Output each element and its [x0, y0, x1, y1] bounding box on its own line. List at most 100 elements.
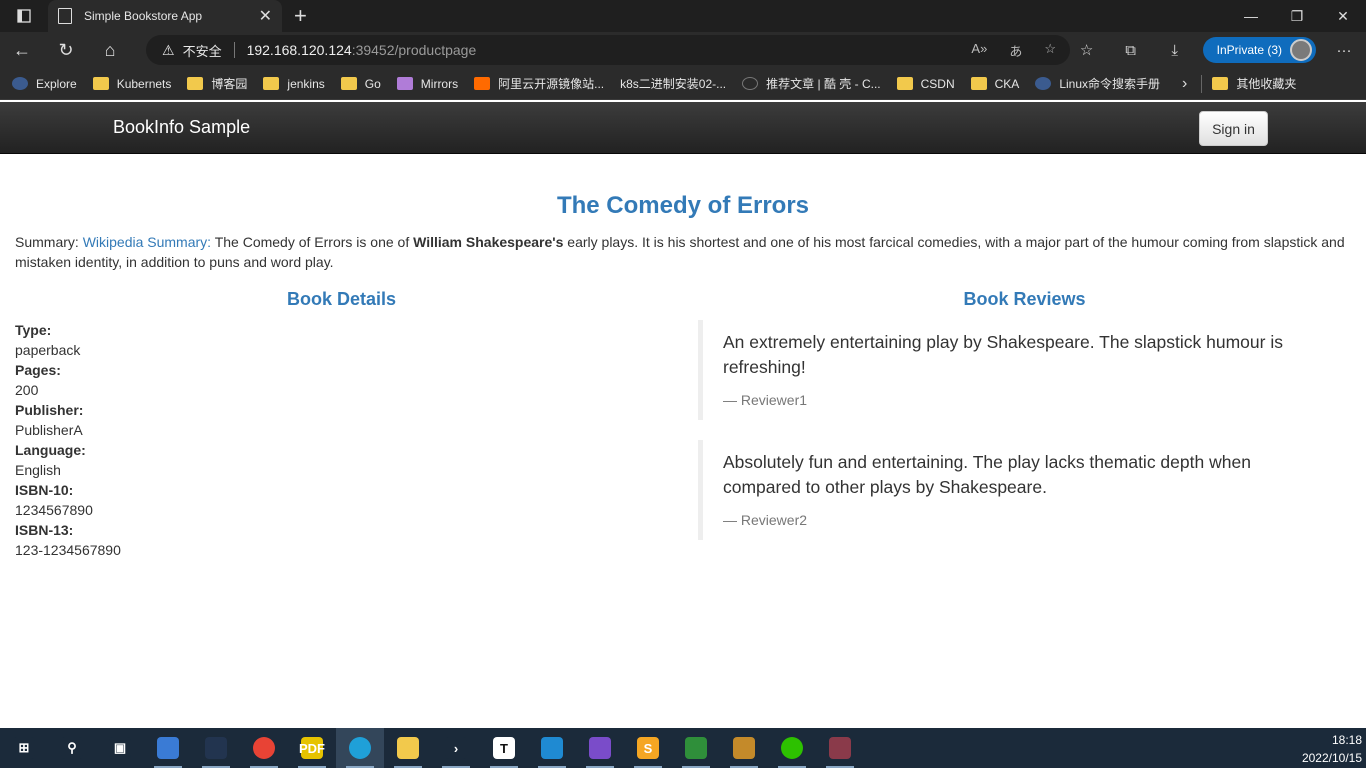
new-tab-icon[interactable]: + — [294, 3, 307, 29]
detail-label: Language: — [15, 442, 86, 458]
bookmark-item[interactable]: Kubernets — [92, 76, 172, 91]
back-icon[interactable]: ← — [0, 32, 44, 68]
chrome-icon — [253, 737, 275, 759]
window-controls: — ❐ ✕ — [1228, 0, 1366, 32]
taskbar-typora[interactable]: T — [480, 728, 528, 768]
book-details-list: Type: paperback Pages: 200 Publisher: Publish… — [15, 320, 121, 560]
taskbar-task-view[interactable]: ▣ — [96, 728, 144, 768]
summary-prefix: Summary: — [15, 234, 83, 250]
taskbar-this-pc[interactable] — [144, 728, 192, 768]
review-2: Absolutely fun and entertaining. The pla… — [698, 440, 1338, 540]
bookmark-label: k8s二进制安装02-... — [620, 77, 727, 91]
clock-time: 18:18 — [1331, 733, 1362, 747]
close-tab-icon[interactable]: ✕ — [259, 6, 272, 26]
taskbar-powershell-app[interactable]: › — [432, 728, 480, 768]
bookmark-item[interactable]: Explore — [12, 77, 77, 91]
book-summary: Summary: Wikipedia Summary: The Comedy o… — [15, 232, 1355, 272]
taskbar-xftp[interactable] — [720, 728, 768, 768]
taskbar-windows-start[interactable]: ⊞ — [0, 728, 48, 768]
bookmark-item[interactable]: k8s二进制安装02-... — [620, 75, 726, 92]
tab-actions-icon[interactable] — [0, 0, 48, 32]
bookmark-item[interactable]: Go — [340, 77, 381, 91]
book-title: The Comedy of Errors — [556, 192, 810, 219]
bookmark-item[interactable]: 博客园 — [187, 75, 247, 92]
url-host[interactable]: 192.168.120.124 — [247, 42, 352, 58]
warning-icon[interactable]: ⚠ — [162, 42, 175, 59]
other-bookmarks[interactable]: 其他收藏夹 — [1212, 75, 1296, 92]
restore-icon[interactable]: ❐ — [1274, 0, 1320, 32]
taskbar-chrome[interactable] — [240, 728, 288, 768]
minimize-icon[interactable]: — — [1228, 0, 1274, 32]
downloads-icon[interactable]: ⤓ — [1153, 42, 1197, 59]
url-actions: A» あ ☆ — [971, 41, 1056, 60]
taskbar-photo-app[interactable] — [816, 728, 864, 768]
bookmark-item[interactable]: 推荐文章 | 酷 壳 - C... — [742, 75, 881, 92]
xftp-icon — [733, 737, 755, 759]
folder-icon — [92, 77, 109, 90]
close-window-icon[interactable]: ✕ — [1320, 0, 1366, 32]
bookmark-item[interactable]: Linux命令搜索手册 — [1035, 75, 1160, 92]
read-aloud-icon[interactable]: A» — [971, 41, 987, 60]
bookmark-item[interactable]: CKA — [970, 77, 1019, 91]
folder-icon — [970, 77, 987, 90]
more-bookmarks-icon[interactable]: › — [1182, 75, 1187, 93]
taskbar-sublime-text[interactable]: S — [624, 728, 672, 768]
bookmark-label: Kubernets — [116, 76, 172, 91]
book-reviews-heading: Book Reviews — [963, 289, 1086, 309]
this-pc-icon — [157, 737, 179, 759]
collections-icon[interactable]: ⧉ — [1109, 42, 1153, 59]
detail-label: Publisher: — [15, 402, 84, 418]
taskbar-monitor-app[interactable] — [192, 728, 240, 768]
file-explorer-icon — [397, 737, 419, 759]
edge-icon — [349, 737, 371, 759]
bookmark-item[interactable]: Mirrors — [396, 77, 458, 91]
detail-label: Type: — [15, 322, 52, 338]
bookmark-label: Linux命令搜索手册 — [1059, 77, 1161, 91]
translate-icon[interactable]: あ — [1009, 41, 1022, 60]
not-secure-label[interactable]: 不安全 — [183, 41, 222, 60]
taskbar-file-explorer[interactable] — [384, 728, 432, 768]
bookmarks-divider — [1201, 74, 1203, 93]
windows-start-icon: ⊞ — [13, 737, 35, 759]
wechat-icon — [781, 737, 803, 759]
bookmark-item[interactable]: CSDN — [896, 77, 955, 91]
taskbar-xshell[interactable] — [672, 728, 720, 768]
review-text: An extremely entertaining play by Shakes… — [723, 332, 1283, 377]
add-favorite-icon[interactable]: ☆ — [1044, 41, 1056, 60]
bookmark-item[interactable]: 阿里云开源镜像站... — [474, 75, 604, 92]
taskbar-wechat[interactable] — [768, 728, 816, 768]
taskbar-preview-app[interactable] — [576, 728, 624, 768]
sign-in-button[interactable]: Sign in — [1199, 111, 1268, 146]
more-options-icon[interactable]: ··· — [1322, 42, 1366, 59]
bookmark-item[interactable]: jenkins — [263, 77, 325, 91]
brand-link[interactable]: BookInfo Sample — [113, 117, 250, 138]
review-author: — Reviewer2 — [723, 512, 808, 528]
review-text: Absolutely fun and entertaining. The pla… — [723, 452, 1251, 497]
favorites-icon[interactable]: ☆ — [1065, 41, 1109, 59]
taskbar-search[interactable]: ⚲ — [48, 728, 96, 768]
page-icon — [58, 8, 72, 24]
address-bar[interactable]: ⚠ 不安全 192.168.120.124 :39452/productpage… — [146, 35, 1070, 65]
url-path[interactable]: :39452/productpage — [352, 42, 477, 58]
detail-value: 1234567890 — [15, 502, 93, 518]
aliyun-icon — [474, 77, 491, 90]
folder-icon — [340, 77, 357, 90]
taskbar-pdf-app[interactable]: PDF — [288, 728, 336, 768]
bookmark-label: 推荐文章 | 酷 壳 - C... — [766, 77, 881, 91]
toolbar-right: ☆ ⧉ ⤓ InPrivate (3) ··· — [1065, 32, 1366, 68]
url-divider — [233, 42, 235, 58]
home-icon[interactable]: ⌂ — [88, 32, 132, 68]
powershell-app-icon: › — [445, 737, 467, 759]
detail-value: 123-1234567890 — [15, 542, 121, 558]
browser-tab[interactable]: Simple Bookstore App ✕ — [48, 0, 282, 32]
inprivate-button[interactable]: InPrivate (3) — [1202, 37, 1316, 63]
folder-icon — [263, 77, 280, 90]
taskbar-vscode[interactable] — [528, 728, 576, 768]
refresh-icon[interactable]: ↻ — [44, 32, 88, 68]
pdf-app-icon: PDF — [299, 737, 325, 759]
wikipedia-link[interactable]: Wikipedia Summary: — [83, 234, 211, 250]
taskbar-edge[interactable] — [336, 728, 384, 768]
sublime-text-icon: S — [637, 737, 659, 759]
detail-label: ISBN-13: — [15, 522, 74, 538]
system-clock[interactable]: 18:18 2022/10/15 — [1302, 731, 1362, 767]
